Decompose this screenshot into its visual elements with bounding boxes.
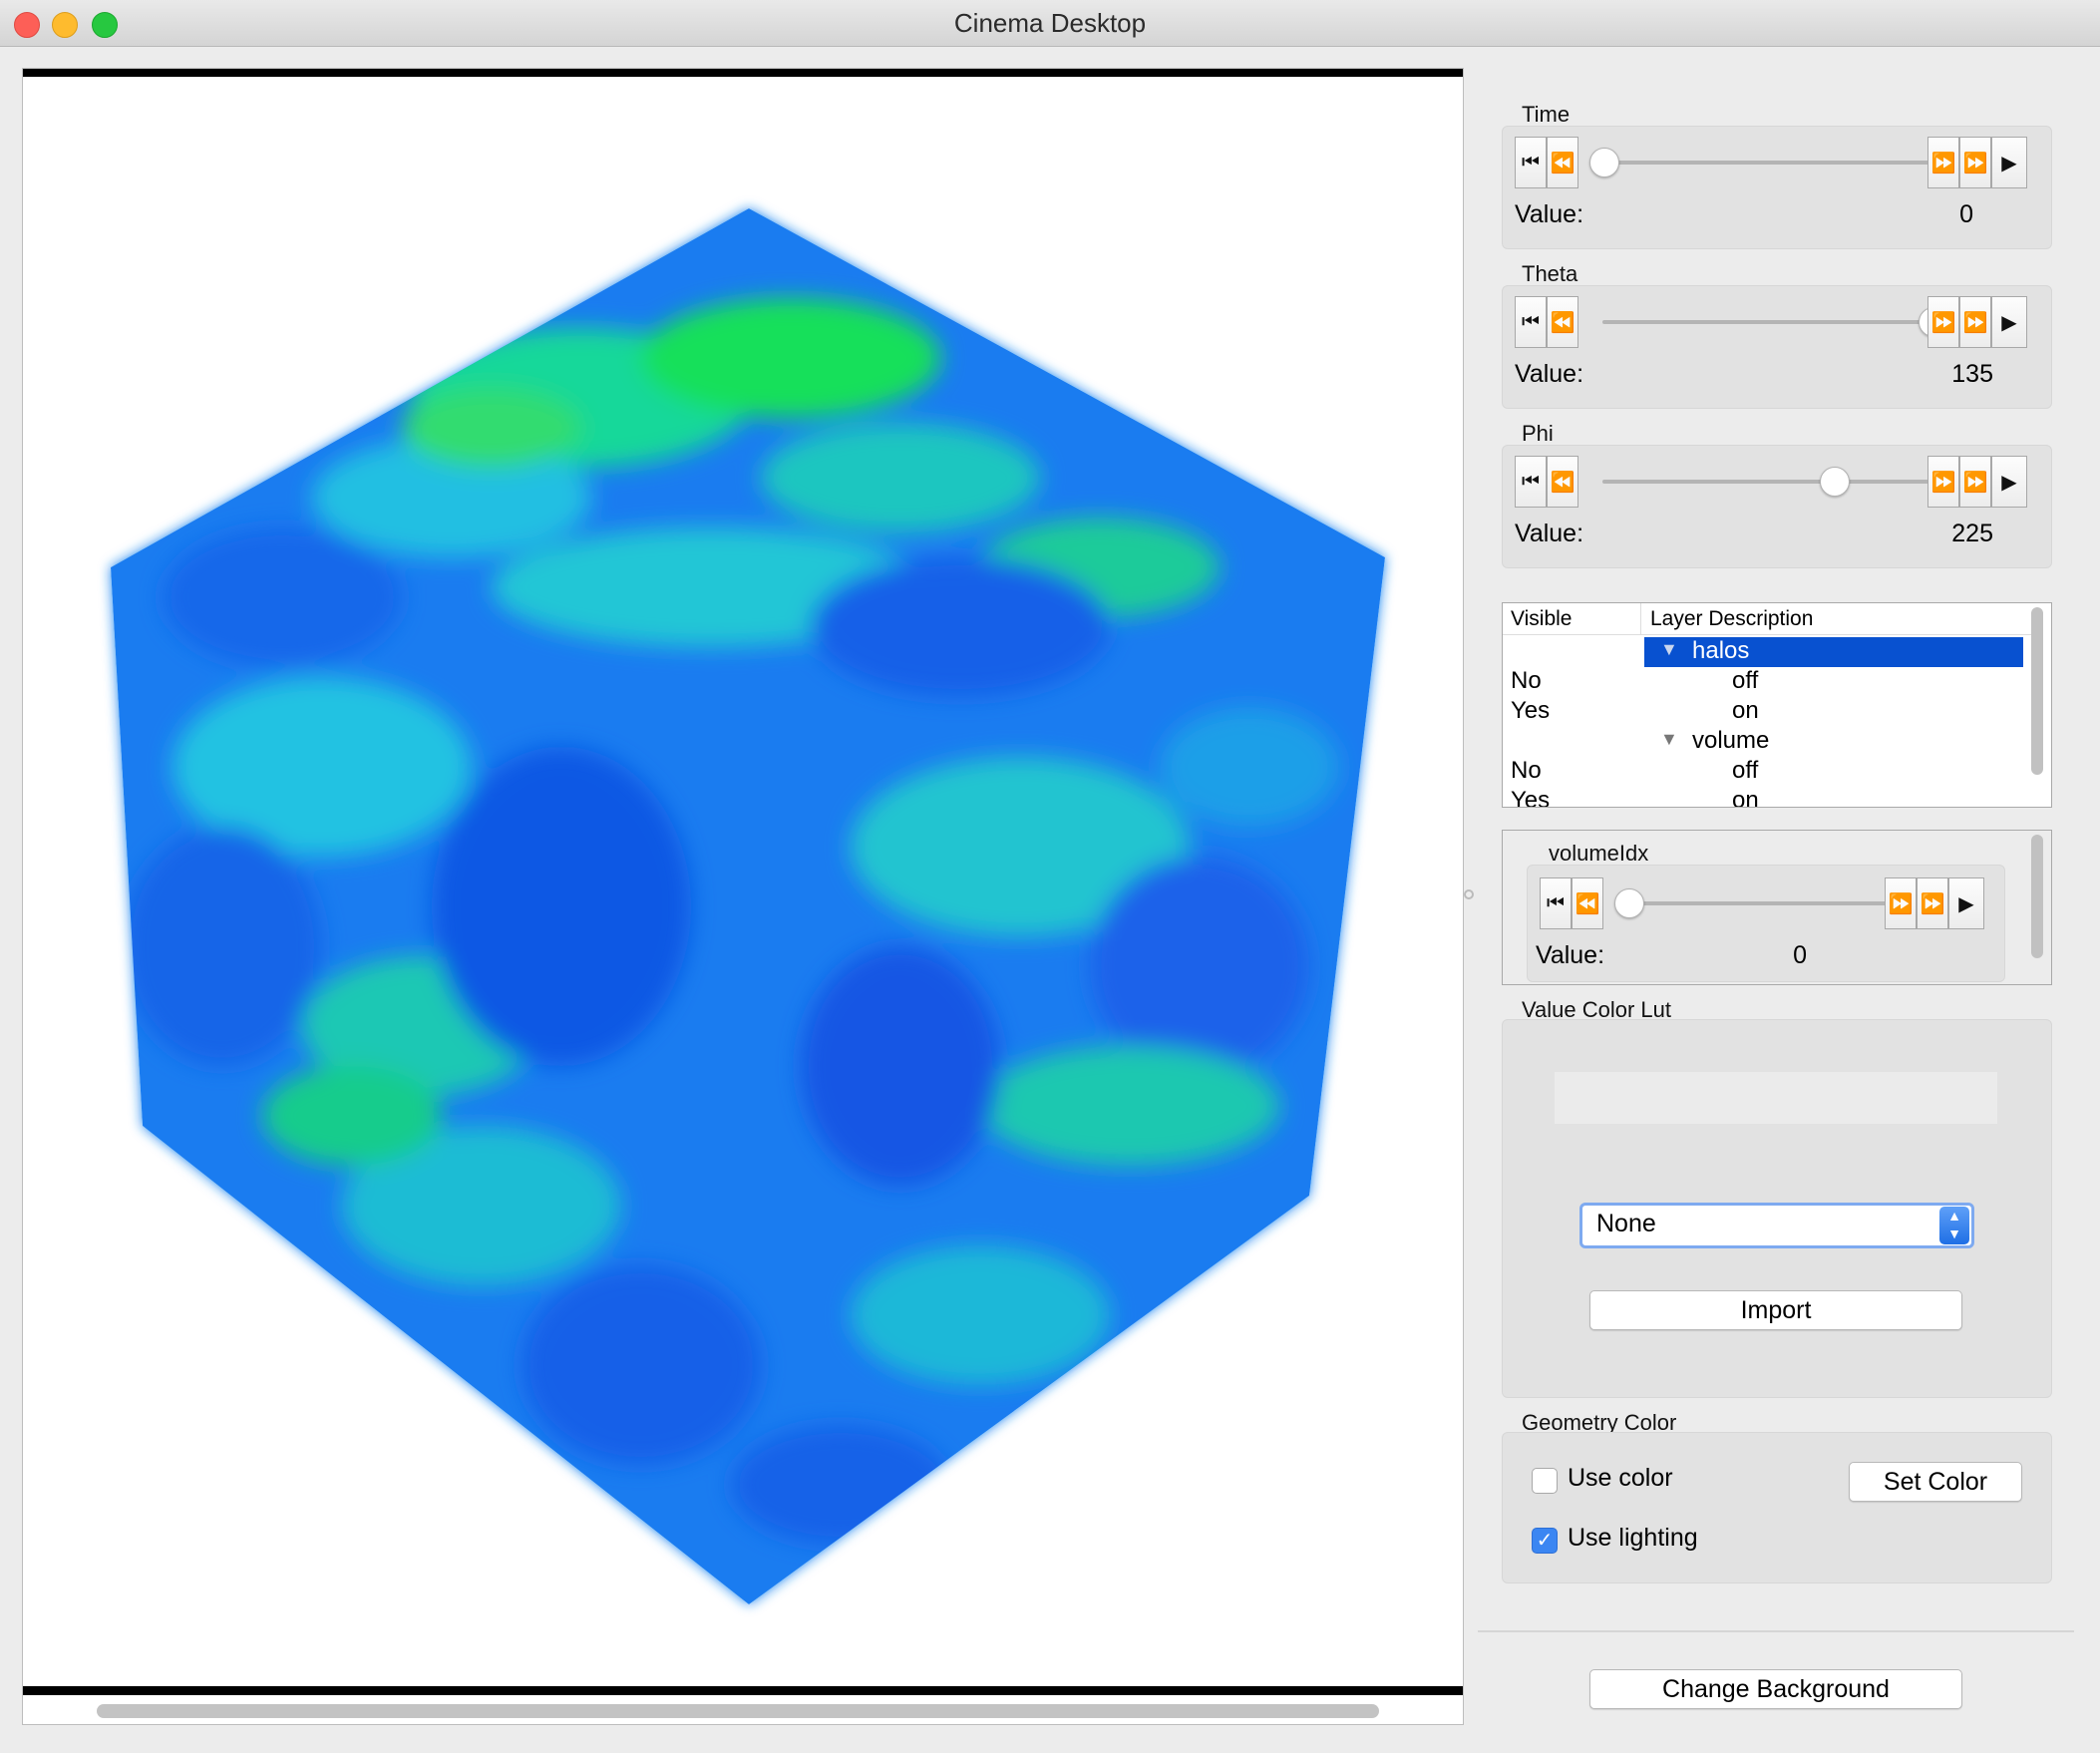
time-play-button[interactable]: ▶	[1991, 137, 2027, 188]
layer-visible: No	[1511, 757, 1542, 784]
viewport-horizontal-scrollbar[interactable]	[97, 1704, 1379, 1718]
visible-column-header[interactable]: Visible	[1511, 607, 1572, 631]
volume-idx-label: volumeIdx	[1549, 841, 1649, 866]
layer-description: volume	[1692, 727, 1770, 754]
phi-step-forward-button[interactable]: ⏩	[1927, 456, 1959, 508]
layer-description: halos	[1692, 637, 1750, 664]
use-color-label: Use color	[1568, 1464, 1673, 1492]
theta-last-button[interactable]: ⏩	[1959, 296, 1991, 348]
separator-line	[1478, 1630, 2074, 1632]
color-lut-selected: None	[1596, 1210, 1656, 1237]
phi-value: 225	[1951, 520, 1993, 547]
viewport-bottom-border	[23, 1686, 1463, 1695]
phi-slider-track[interactable]	[1602, 480, 1931, 484]
render-viewport[interactable]	[22, 68, 1464, 1725]
phi-slider-group: ⏮ ⏪ ⏩ ⏩ ▶ Value: 225	[1502, 445, 2052, 568]
panel-splitter-handle[interactable]	[1464, 889, 1474, 899]
volume-idx-step-forward-button[interactable]: ⏩	[1885, 877, 1917, 929]
use-lighting-label: Use lighting	[1568, 1524, 1698, 1552]
phi-last-button[interactable]: ⏩	[1959, 456, 1991, 508]
phi-slider-knob[interactable]	[1820, 467, 1850, 497]
layer-visible: Yes	[1511, 697, 1551, 724]
header-divider	[1640, 603, 1641, 634]
time-slider-track[interactable]	[1602, 161, 1931, 165]
disclosure-triangle-icon[interactable]: ▼	[1660, 729, 1678, 750]
layer-description-column-header[interactable]: Layer Description	[1650, 607, 1813, 631]
theta-slider-track[interactable]	[1602, 320, 1931, 324]
time-last-button[interactable]: ⏩	[1959, 137, 1991, 188]
checkmark-icon: ✓	[1536, 1530, 1554, 1552]
theta-step-back-button[interactable]: ⏪	[1547, 296, 1578, 348]
time-step-back-button[interactable]: ⏪	[1547, 137, 1578, 188]
geometry-color-group	[1502, 1432, 2052, 1583]
phi-first-button[interactable]: ⏮	[1515, 456, 1547, 508]
updown-chevron-icon: ▲ ▼	[1939, 1207, 1969, 1244]
layer-description: on	[1732, 787, 1759, 808]
volume-idx-value: 0	[1793, 941, 1807, 969]
time-first-button[interactable]: ⏮	[1515, 137, 1547, 188]
layer-row-halos[interactable]: ▼ halos	[1503, 637, 2031, 667]
use-color-checkbox[interactable]	[1532, 1468, 1558, 1494]
theta-play-button[interactable]: ▶	[1991, 296, 2027, 348]
volume-idx-scrollbar[interactable]	[2031, 835, 2043, 958]
theta-value: 135	[1951, 360, 1993, 388]
window-title: Cinema Desktop	[953, 8, 1147, 38]
color-lut-select[interactable]: None ▲ ▼	[1579, 1203, 1974, 1248]
theta-slider-group: ⏮ ⏪ ⏩ ⏩ ▶ Value: 135	[1502, 285, 2052, 409]
layer-description: on	[1732, 697, 1759, 724]
set-color-button[interactable]: Set Color	[1849, 1462, 2022, 1502]
time-step-forward-button[interactable]: ⏩	[1927, 137, 1959, 188]
layer-row[interactable]: No off	[1503, 757, 2031, 787]
time-slider-group: ⏮ ⏪ ⏩ ⏩ ▶ Value: 0	[1502, 126, 2052, 249]
layer-row[interactable]: No off	[1503, 667, 2031, 697]
layer-visible: No	[1511, 667, 1542, 694]
volume-idx-step-back-button[interactable]: ⏪	[1572, 877, 1603, 929]
volume-idx-last-button[interactable]: ⏩	[1917, 877, 1948, 929]
theta-step-forward-button[interactable]: ⏩	[1927, 296, 1959, 348]
change-background-button[interactable]: Change Background	[1589, 1669, 1962, 1709]
layer-table-scrollbar[interactable]	[2031, 607, 2043, 775]
phi-step-back-button[interactable]: ⏪	[1547, 456, 1578, 508]
time-value: 0	[1959, 200, 1973, 228]
color-lut-preview	[1555, 1072, 1997, 1124]
volume-idx-slider-group: ⏮ ⏪ ⏩ ⏩ ▶ Value: 0	[1527, 865, 2005, 982]
volume-idx-panel: volumeIdx ⏮ ⏪ ⏩ ⏩ ▶ Value: 0	[1502, 830, 2052, 985]
time-slider-knob[interactable]	[1589, 148, 1619, 177]
layer-description: off	[1732, 667, 1759, 694]
phi-play-button[interactable]: ▶	[1991, 456, 2027, 508]
volume-cube-render[interactable]	[23, 69, 1464, 1725]
import-button[interactable]: Import	[1589, 1290, 1962, 1330]
theta-label: Theta	[1522, 261, 1578, 286]
theta-first-button[interactable]: ⏮	[1515, 296, 1547, 348]
layer-row[interactable]: Yes on	[1503, 787, 2031, 808]
title-bar: Cinema Desktop	[0, 0, 2100, 47]
volume-idx-play-button[interactable]: ▶	[1948, 877, 1984, 929]
layer-visible: Yes	[1511, 787, 1551, 808]
volume-idx-slider-knob[interactable]	[1614, 888, 1644, 918]
time-label: Time	[1522, 102, 1571, 127]
disclosure-triangle-icon[interactable]: ▼	[1660, 639, 1678, 660]
layer-row[interactable]: Yes on	[1503, 697, 2031, 727]
layer-row-volume[interactable]: ▼ volume	[1503, 727, 2031, 757]
layer-table[interactable]: Visible Layer Description ▼ halos No off…	[1502, 602, 2052, 808]
use-lighting-checkbox[interactable]: ✓	[1532, 1528, 1558, 1554]
layer-description: off	[1732, 757, 1759, 784]
volume-idx-slider-track[interactable]	[1627, 901, 1889, 905]
phi-label: Phi	[1522, 421, 1554, 446]
volume-idx-first-button[interactable]: ⏮	[1540, 877, 1572, 929]
